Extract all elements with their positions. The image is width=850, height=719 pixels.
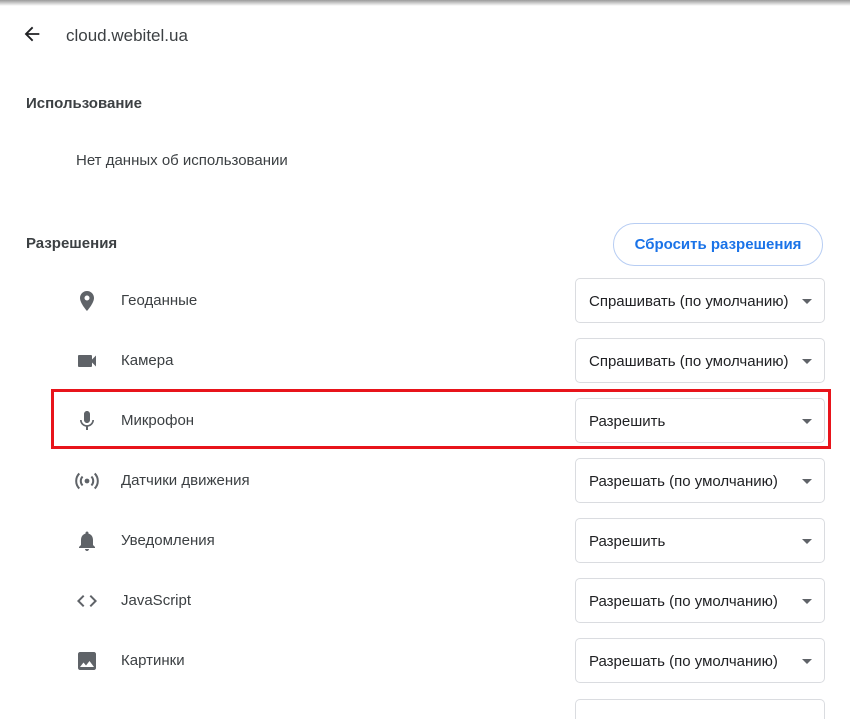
bell-icon: [74, 528, 100, 554]
image-icon: [74, 648, 100, 674]
permission-row-microphone: Микрофон Разрешить: [0, 398, 850, 444]
permission-row-images: Картинки Разрешать (по умолчанию): [0, 638, 850, 684]
permission-select-motion-sensors[interactable]: Разрешать (по умолчанию): [575, 458, 825, 503]
dropdown-arrow-icon: [802, 299, 812, 304]
site-title: cloud.webitel.ua: [66, 26, 188, 45]
permissions-section-title: Разрешения: [26, 235, 118, 252]
page-header: cloud.webitel.ua: [0, 14, 850, 58]
select-value: Разрешать (по умолчанию): [589, 653, 778, 670]
dropdown-arrow-icon: [802, 479, 812, 484]
permission-label: JavaScript: [121, 592, 192, 609]
permission-row-javascript: JavaScript Разрешать (по умолчанию): [0, 578, 850, 624]
permission-label: Уведомления: [121, 532, 215, 549]
dropdown-arrow-icon: [802, 599, 812, 604]
dropdown-arrow-icon: [802, 419, 812, 424]
select-value: Разрешать (по умолчанию): [589, 473, 778, 490]
back-button[interactable]: [14, 16, 50, 52]
permission-row-location: Геоданные Спрашивать (по умолчанию): [0, 278, 850, 324]
motion-sensors-icon: [74, 468, 100, 494]
dropdown-arrow-icon: [802, 359, 812, 364]
permission-select-partial[interactable]: [575, 699, 825, 719]
permission-select-camera[interactable]: Спрашивать (по умолчанию): [575, 338, 825, 383]
permission-label: Геоданные: [121, 292, 198, 309]
select-value: Разрешить: [589, 533, 666, 550]
camera-icon: [74, 348, 100, 374]
permission-select-location[interactable]: Спрашивать (по умолчанию): [575, 278, 825, 323]
select-value: Спрашивать (по умолчанию): [589, 293, 789, 310]
permission-select-images[interactable]: Разрешать (по умолчанию): [575, 638, 825, 683]
select-value: Разрешать (по умолчанию): [589, 593, 778, 610]
permission-select-notifications[interactable]: Разрешить: [575, 518, 825, 563]
code-icon: [74, 588, 100, 614]
reset-permissions-button[interactable]: Сбросить разрешения: [613, 223, 823, 266]
dropdown-arrow-icon: [802, 659, 812, 664]
permission-label: Датчики движения: [121, 472, 250, 489]
permission-select-javascript[interactable]: Разрешать (по умолчанию): [575, 578, 825, 623]
select-value: Спрашивать (по умолчанию): [589, 353, 789, 370]
permission-row-camera: Камера Спрашивать (по умолчанию): [0, 338, 850, 384]
top-shadow: [0, 0, 850, 6]
usage-section-title: Использование: [26, 95, 142, 112]
permission-label: Камера: [121, 352, 174, 369]
permission-label: Микрофон: [121, 412, 195, 429]
microphone-icon: [74, 408, 100, 434]
usage-text: Нет данных об использовании: [76, 152, 288, 169]
location-pin-icon: [74, 288, 100, 314]
dropdown-arrow-icon: [802, 539, 812, 544]
arrow-back-icon: [24, 26, 40, 42]
permission-label: Картинки: [121, 652, 185, 669]
permission-select-microphone[interactable]: Разрешить: [575, 398, 825, 443]
permission-row-motion-sensors: Датчики движения Разрешать (по умолчанию…: [0, 458, 850, 504]
permission-row-notifications: Уведомления Разрешить: [0, 518, 850, 564]
select-value: Разрешить: [589, 413, 666, 430]
